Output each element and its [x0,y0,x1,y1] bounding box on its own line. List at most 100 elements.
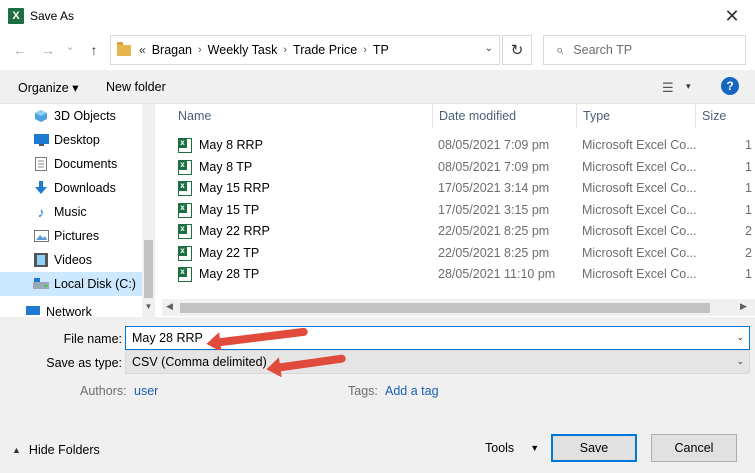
sidebar-scrollbar-thumb[interactable] [144,240,153,298]
file-name: May 8 TP [199,159,253,174]
breadcrumb-overflow[interactable]: « [139,43,146,57]
horizontal-scrollbar-thumb[interactable] [180,303,710,313]
search-input[interactable] [573,43,724,57]
breadcrumb-trade-price[interactable]: Trade Price [293,43,357,57]
sidebar-item-label: Music [54,205,87,219]
file-date: 08/05/2021 7:09 pm [438,138,550,152]
file-date: 22/05/2021 8:25 pm [438,245,550,260]
sidebar-item-local-disk[interactable]: Local Disk (C:) [0,272,142,296]
save-as-type-select[interactable]: CSV (Comma delimited) ⌄ [125,350,750,374]
file-list[interactable]: ^ Name Date modified Type Size May 8 RRP… [162,104,755,317]
excel-app-icon: X [8,8,24,24]
column-header: ^ Name Date modified Type Size [162,104,755,128]
file-name-dropdown-icon[interactable]: ⌄ [736,332,744,343]
file-type: Microsoft Excel Co... [582,224,697,238]
file-row[interactable]: May 15 TP 17/05/2021 3:15 pm Microsoft E… [170,200,755,222]
address-bar[interactable]: « Bragan › Weekly Task › Trade Price › T… [110,35,500,65]
tools-dropdown-icon: ▼ [530,443,540,453]
file-type: Microsoft Excel Co... [582,245,697,260]
breadcrumb-weekly-task[interactable]: Weekly Task [208,43,278,57]
tools-menu[interactable]: Tools ▼ [485,441,539,455]
file-row[interactable]: May 15 RRP 17/05/2021 3:14 pm Microsoft … [170,178,755,200]
excel-file-icon [178,202,192,218]
view-dropdown-icon[interactable]: ▾ [686,81,691,92]
hide-folders-toggle[interactable]: ▲ Hide Folders [12,443,100,457]
sidebar-item-music[interactable]: ♪ Music [0,200,142,224]
column-size[interactable]: Size [702,109,726,123]
add-tag-link[interactable]: Add a tag [385,384,439,398]
refresh-button[interactable]: ↻ [502,35,532,65]
close-icon: ✕ [724,5,740,26]
hide-folders-label: Hide Folders [28,443,100,457]
new-folder-button[interactable]: New folder [106,80,166,94]
music-icon: ♪ [37,204,45,220]
organize-menu[interactable]: Organize ▾ [18,80,78,95]
column-name[interactable]: Name [178,109,211,123]
search-icon: ⌕ [556,42,564,57]
file-row[interactable]: May 28 TP 28/05/2021 11:10 pm Microsoft … [170,264,755,286]
sidebar-item-desktop[interactable]: Desktop [0,128,142,152]
excel-file-icon [178,224,192,239]
file-size: 1 [745,202,752,217]
column-divider[interactable] [695,104,696,128]
network-icon [25,305,41,317]
search-box[interactable]: ⌕ [543,35,746,65]
up-button[interactable]: ↑ [84,42,104,58]
authors-value[interactable]: user [134,384,158,398]
address-dropdown-icon[interactable]: ⌄ [485,43,493,54]
file-type: Microsoft Excel Co... [582,159,697,174]
file-row[interactable]: May 22 TP 22/05/2021 8:25 pm Microsoft E… [170,243,755,265]
excel-file-icon [178,181,192,196]
column-type[interactable]: Type [583,109,610,123]
scroll-left-icon[interactable]: ◀ [166,301,173,312]
cancel-button[interactable]: Cancel [651,434,737,462]
sidebar-item-pictures[interactable]: Pictures [0,224,142,248]
sidebar-item-3d-objects[interactable]: 3D Objects [0,104,142,128]
scroll-down-icon[interactable]: ▼ [142,302,155,311]
column-date-modified[interactable]: Date modified [439,109,516,123]
help-icon[interactable]: ? [721,77,739,95]
file-row[interactable]: May 8 TP 08/05/2021 7:09 pm Microsoft Ex… [170,157,755,179]
breadcrumb-separator[interactable]: › [198,44,202,56]
sidebar-item-documents[interactable]: Documents [0,152,142,176]
sidebar-item-label: Documents [54,157,118,171]
recent-locations-button[interactable]: ⌄ [60,40,80,53]
save-options-pane: File name: May 28 RRP ⌄ Save as type: CS… [0,317,755,473]
breadcrumb-tp[interactable]: TP [373,43,389,57]
sidebar-item-network[interactable]: Network [0,300,142,317]
scroll-right-icon[interactable]: ▶ [740,301,747,312]
back-button[interactable]: ← [10,42,30,58]
folder-icon [117,41,131,56]
file-row[interactable]: May 8 RRP 08/05/2021 7:09 pm Microsoft E… [170,135,755,157]
file-date: 22/05/2021 8:25 pm [438,224,550,238]
file-type: Microsoft Excel Co... [582,202,697,217]
chevron-down-icon[interactable]: ⌄ [736,356,744,367]
documents-icon [33,157,49,171]
videos-icon [33,253,49,267]
breadcrumb-separator[interactable]: › [363,44,367,56]
save-button[interactable]: Save [551,434,637,462]
address-row: ← → ⌄ ↑ « Bragan › Weekly Task › Trade P… [0,32,755,70]
sidebar-scrollbar[interactable]: ▼ [142,104,155,317]
file-row[interactable]: May 22 RRP 22/05/2021 8:25 pm Microsoft … [170,221,755,243]
navigation-pane[interactable]: 3D Objects Desktop Documents Downloads ♪… [0,104,155,317]
file-name: May 15 RRP [199,181,270,195]
forward-button[interactable]: → [38,42,58,58]
sidebar-item-downloads[interactable]: Downloads [0,176,142,200]
file-name: May 28 TP [199,267,260,281]
breadcrumb-separator[interactable]: › [283,44,287,56]
close-button[interactable]: ✕ [709,0,755,32]
sidebar-item-videos[interactable]: Videos [0,248,142,272]
file-size: 2 [745,224,752,238]
view-options-icon[interactable]: ☰ [662,80,674,96]
file-date: 28/05/2021 11:10 pm [438,267,556,281]
file-name: May 22 RRP [199,224,270,238]
column-divider[interactable] [576,104,577,128]
breadcrumb-bragan[interactable]: Bragan [152,43,192,57]
horizontal-scrollbar[interactable]: ◀ ▶ [162,299,755,316]
save-as-type-label: Save as type: [46,356,122,370]
file-name-label: File name: [63,332,122,346]
column-divider[interactable] [432,104,433,128]
file-name-value[interactable]: May 28 RRP [132,331,203,345]
tools-label: Tools [485,441,515,455]
